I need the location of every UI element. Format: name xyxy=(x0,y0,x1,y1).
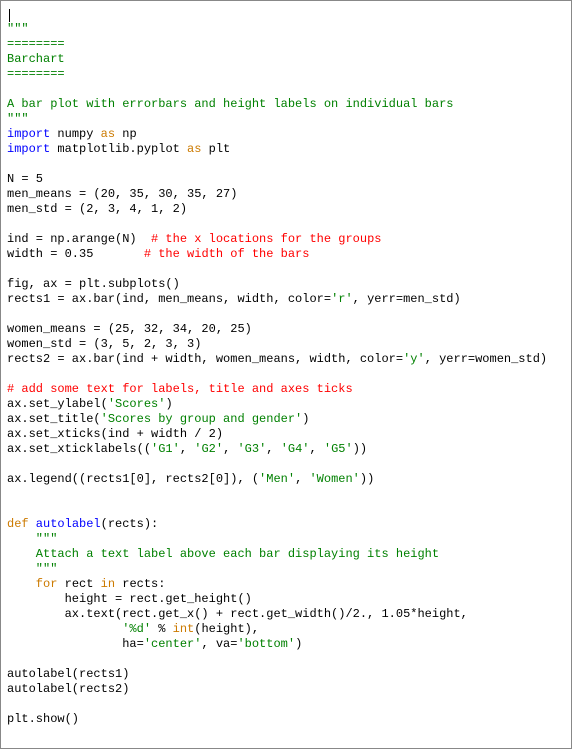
module-name: matplotlib.pyplot xyxy=(50,142,187,156)
code-text: , yerr=men_std) xyxy=(353,292,461,306)
code-text: rects: xyxy=(115,577,165,591)
docstring-desc: Attach a text label above each bar displ… xyxy=(7,547,439,561)
code-line: women_means = (25, 32, 34, 20, 25) xyxy=(7,322,252,336)
code-text: ax.set_xticklabels(( xyxy=(7,442,151,456)
code-line: autolabel(rects2) xyxy=(7,682,129,696)
code-line: autolabel(rects1) xyxy=(7,667,129,681)
python-source-code[interactable]: """========Barchart========A bar plot wi… xyxy=(7,7,565,742)
code-line: plt.show() xyxy=(7,712,79,726)
string-literal: '%d' xyxy=(122,622,151,636)
code-line: fig, ax = plt.subplots() xyxy=(7,277,180,291)
docstring-close: """ xyxy=(7,112,29,126)
keyword-as: as xyxy=(101,127,115,141)
code-text: (height), xyxy=(194,622,259,636)
function-sig: (rects): xyxy=(101,517,159,531)
string-literal: 'bottom' xyxy=(237,637,295,651)
docstring-open: """ xyxy=(7,532,57,546)
code-line: N = 5 xyxy=(7,172,43,186)
keyword-for: for xyxy=(7,577,57,591)
code-text: ) xyxy=(295,637,302,651)
text-cursor xyxy=(9,9,10,22)
string-literal: 'Women' xyxy=(309,472,359,486)
comment: # the x locations for the groups xyxy=(151,232,381,246)
builtin-int: int xyxy=(173,622,195,636)
docstring-line: ======== xyxy=(7,37,65,51)
keyword-in: in xyxy=(101,577,115,591)
code-text: rects1 = ax.bar(ind, men_means, width, c… xyxy=(7,292,331,306)
code-text: ha= xyxy=(7,637,144,651)
string-literal: 'G2' xyxy=(194,442,223,456)
module-alias: plt xyxy=(201,142,230,156)
module-name: numpy xyxy=(50,127,100,141)
code-text: ax.set_title( xyxy=(7,412,101,426)
string-literal: 'G4' xyxy=(281,442,310,456)
comment: # the width of the bars xyxy=(144,247,310,261)
code-text: % xyxy=(151,622,173,636)
docstring-title: Barchart xyxy=(7,52,65,66)
code-text: , yerr=women_std) xyxy=(425,352,547,366)
function-name: autolabel xyxy=(29,517,101,531)
docstring-open: """ xyxy=(7,22,29,36)
code-line: women_std = (3, 5, 2, 3, 3) xyxy=(7,337,201,351)
module-alias: np xyxy=(115,127,137,141)
code-line: ax.text(rect.get_x() + rect.get_width()/… xyxy=(7,607,468,621)
keyword-as: as xyxy=(187,142,201,156)
code-text: , xyxy=(295,472,309,486)
keyword-import: import xyxy=(7,127,50,141)
string-literal: 'Scores by group and gender' xyxy=(101,412,303,426)
docstring-desc: A bar plot with errorbars and height lab… xyxy=(7,97,453,111)
code-text: )) xyxy=(353,442,367,456)
string-literal: 'y' xyxy=(403,352,425,366)
string-literal: 'center' xyxy=(144,637,202,651)
comment: # add some text for labels, title and ax… xyxy=(7,382,353,396)
string-literal: 'G3' xyxy=(237,442,266,456)
code-text: width = 0.35 xyxy=(7,247,144,261)
code-text: ax.set_ylabel( xyxy=(7,397,108,411)
string-literal: 'Men' xyxy=(259,472,295,486)
string-literal: 'G5' xyxy=(324,442,353,456)
code-text: ax.legend((rects1[0], rects2[0]), ( xyxy=(7,472,259,486)
code-text: ind = np.arange(N) xyxy=(7,232,151,246)
keyword-import: import xyxy=(7,142,50,156)
docstring-close: """ xyxy=(7,562,57,576)
string-literal: 'G1' xyxy=(151,442,180,456)
code-text xyxy=(7,622,122,636)
code-line: men_std = (2, 3, 4, 1, 2) xyxy=(7,202,187,216)
code-text: , xyxy=(266,442,280,456)
string-literal: 'r' xyxy=(331,292,353,306)
code-line: ax.set_xticks(ind + width / 2) xyxy=(7,427,223,441)
code-text: , xyxy=(310,442,324,456)
code-text: , xyxy=(180,442,194,456)
keyword-def: def xyxy=(7,517,29,531)
code-text: , va= xyxy=(201,637,237,651)
code-text: ) xyxy=(165,397,172,411)
docstring-line: ======== xyxy=(7,67,65,81)
code-text: )) xyxy=(360,472,374,486)
code-line: men_means = (20, 35, 30, 35, 27) xyxy=(7,187,237,201)
code-text: rects2 = ax.bar(ind + width, women_means… xyxy=(7,352,403,366)
code-text: ) xyxy=(302,412,309,426)
code-line: height = rect.get_height() xyxy=(7,592,252,606)
code-text: , xyxy=(223,442,237,456)
code-text: rect xyxy=(57,577,100,591)
string-literal: 'Scores' xyxy=(108,397,166,411)
